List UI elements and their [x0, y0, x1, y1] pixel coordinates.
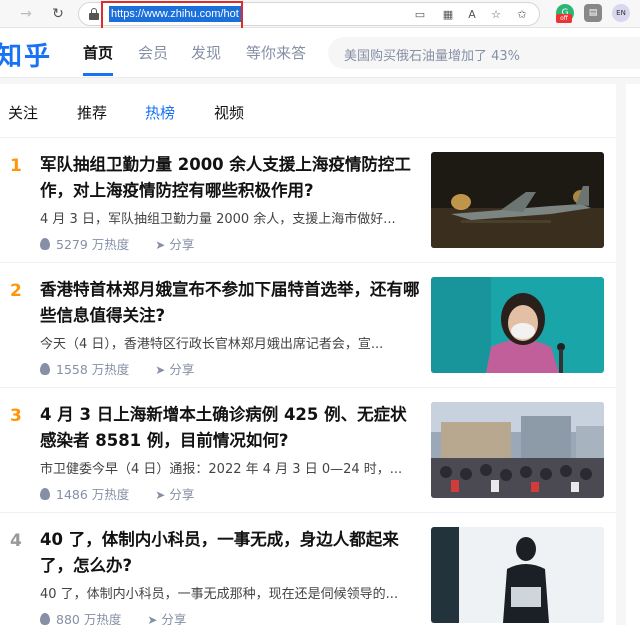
rank-number: 1 — [10, 156, 22, 176]
hot-item-excerpt[interactable]: 40 了，体制内小科员，一事无成那种，现在还是伺候领导的... — [40, 583, 412, 602]
hot-item-meta: 5279 万热度 ➤ 分享 — [40, 234, 194, 253]
feed-tabs: 关注 推荐 热榜 视频 — [0, 84, 616, 138]
heat-count: 1486 万热度 — [56, 487, 130, 502]
hot-item-excerpt[interactable]: 今天（4 日），香港特区行政长官林郑月娥出席记者会，宣... — [40, 333, 412, 352]
zhihu-logo[interactable]: 知乎 — [0, 36, 52, 73]
fire-icon — [40, 488, 50, 500]
refresh-icon[interactable]: ↻ — [48, 4, 68, 24]
search-placeholder: 美国购买俄石油量增加了 43% — [344, 49, 521, 64]
share-icon[interactable]: ➤ — [155, 363, 165, 377]
fire-icon — [40, 613, 50, 625]
hot-list-card: 关注 推荐 热榜 视频 1 军队抽组卫勤力量 2000 余人支援上海疫情防控工作… — [0, 84, 616, 625]
hot-item-thumbnail[interactable] — [431, 527, 604, 623]
hot-list-item[interactable]: 1 军队抽组卫勤力量 2000 余人支援上海疫情防控工作，对上海疫情防控有哪些积… — [0, 138, 616, 263]
read-mode-icon[interactable]: ▭ — [413, 8, 427, 22]
share-button[interactable]: 分享 — [169, 237, 194, 252]
hot-list-item[interactable]: 2 香港特首林郑月娥宣布不参加下届特首选举，还有哪些信息值得关注? 今天（4 日… — [0, 263, 616, 388]
nav-home[interactable]: 首页 — [83, 42, 113, 63]
forward-arrow-icon[interactable]: → — [16, 4, 36, 24]
heat-count: 5279 万热度 — [56, 237, 130, 252]
share-icon[interactable]: ➤ — [155, 488, 165, 502]
nav-discover[interactable]: 发现 — [191, 42, 221, 63]
hot-item-title[interactable]: 4 月 3 日上海新增本土确诊病例 425 例、无症状感染者 8581 例，目前… — [40, 402, 420, 454]
share-icon[interactable]: ➤ — [155, 238, 165, 252]
read-aloud-icon[interactable]: A — [465, 8, 479, 22]
tab-follow[interactable]: 关注 — [8, 102, 38, 123]
lock-icon — [89, 8, 99, 20]
extension-off-badge: off — [556, 14, 572, 23]
share-button[interactable]: 分享 — [169, 362, 194, 377]
rank-number: 3 — [10, 406, 22, 426]
url-highlight-box — [101, 1, 243, 31]
rank-number: 4 — [10, 531, 22, 551]
hot-item-thumbnail[interactable] — [431, 277, 604, 373]
nav-waiting-answers[interactable]: 等你来答 — [246, 42, 306, 63]
tab-hot[interactable]: 热榜 — [145, 102, 175, 123]
hot-item-meta: 1486 万热度 ➤ 分享 — [40, 484, 194, 503]
tab-video[interactable]: 视频 — [214, 102, 244, 123]
right-sidebar-edge — [626, 84, 640, 625]
hot-item-title[interactable]: 香港特首林郑月娥宣布不参加下届特首选举，还有哪些信息值得关注? — [40, 277, 420, 329]
share-icon[interactable]: ➤ — [147, 613, 157, 625]
search-input[interactable]: 美国购买俄石油量增加了 43% — [328, 37, 640, 69]
share-button[interactable]: 分享 — [169, 487, 194, 502]
hot-item-thumbnail[interactable] — [431, 402, 604, 498]
hot-list-item[interactable]: 3 4 月 3 日上海新增本土确诊病例 425 例、无症状感染者 8581 例，… — [0, 388, 616, 513]
qr-code-icon[interactable]: ▦ — [441, 8, 455, 22]
browser-toolbar: → ↻ https://www.zhihu.com/hot ▭ ▦ A ☆ ✩ … — [0, 0, 640, 31]
nav-membership[interactable]: 会员 — [138, 42, 168, 63]
fire-icon — [40, 238, 50, 250]
favorites-icon[interactable]: ☆ — [489, 8, 503, 22]
tab-recommend[interactable]: 推荐 — [77, 102, 107, 123]
hot-item-excerpt[interactable]: 4 月 3 日，军队抽组卫勤力量 2000 余人，支援上海市做好... — [40, 208, 412, 227]
hot-list-item[interactable]: 4 40 了，体制内小科员，一事无成，身边人都起来了，怎么办? 40 了，体制内… — [0, 513, 616, 625]
heat-count: 1558 万热度 — [56, 362, 130, 377]
heat-count: 880 万热度 — [56, 612, 122, 625]
collections-icon[interactable]: ▤ — [584, 4, 602, 22]
hot-item-meta: 880 万热度 ➤ 分享 — [40, 609, 186, 625]
rank-number: 2 — [10, 281, 22, 301]
hot-item-excerpt[interactable]: 市卫健委今早（4 日）通报：2022 年 4 月 3 日 0—24 时，... — [40, 458, 412, 477]
share-button[interactable]: 分享 — [161, 612, 186, 625]
hot-item-title[interactable]: 40 了，体制内小科员，一事无成，身边人都起来了，怎么办? — [40, 527, 420, 579]
nav-active-indicator — [83, 73, 113, 76]
hot-item-thumbnail[interactable] — [431, 152, 604, 248]
profile-avatar-icon[interactable]: EN — [612, 4, 630, 22]
site-header: 知乎 首页 会员 发现 等你来答 美国购买俄石油量增加了 43% — [0, 28, 640, 78]
hot-item-meta: 1558 万热度 ➤ 分享 — [40, 359, 194, 378]
add-favorite-icon[interactable]: ✩ — [515, 8, 529, 22]
hot-item-title[interactable]: 军队抽组卫勤力量 2000 余人支援上海疫情防控工作，对上海疫情防控有哪些积极作… — [40, 152, 420, 204]
fire-icon — [40, 363, 50, 375]
